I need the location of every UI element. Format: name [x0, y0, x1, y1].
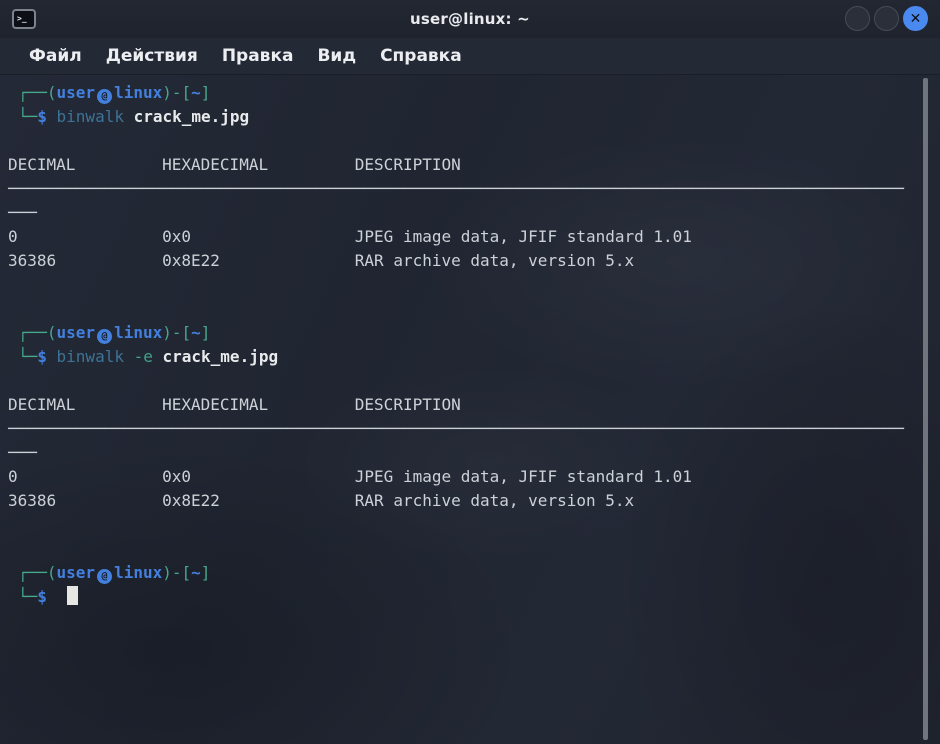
binwalk-separator: ────────────────────────────────────────… — [8, 177, 922, 201]
prompt-path: ~ — [191, 323, 201, 342]
text-cursor — [67, 586, 78, 605]
blank-line — [8, 537, 922, 561]
blank-line — [8, 129, 922, 153]
window-title: user@linux: ~ — [0, 10, 940, 28]
window-controls: ✕ — [845, 6, 928, 31]
prompt-dollar: $ — [37, 347, 56, 366]
blank-line — [8, 369, 922, 393]
terminal-window: >_ user@linux: ~ ✕ Файл Действия Правка … — [0, 0, 940, 744]
menu-bar: Файл Действия Правка Вид Справка — [0, 38, 940, 75]
maximize-button[interactable] — [874, 6, 899, 31]
prompt-frame: ┌──( — [18, 563, 57, 582]
close-button[interactable]: ✕ — [903, 6, 928, 31]
prompt-line-2: ┌──(user@linux)-[~] — [8, 321, 922, 345]
binwalk-row-rar: 36386 0x8E22 RAR archive data, version 5… — [8, 489, 922, 513]
prompt-host: linux — [114, 563, 162, 582]
command-arg-file: crack_me.jpg — [163, 347, 279, 366]
prompt-frame: ] — [201, 323, 211, 342]
kali-at-icon: @ — [97, 89, 112, 104]
blank-line — [8, 273, 922, 297]
prompt-user: user — [57, 563, 96, 582]
prompt-frame: )-[ — [162, 83, 191, 102]
prompt-frame: └─ — [18, 587, 37, 606]
prompt-path: ~ — [191, 563, 201, 582]
prompt-line-3: ┌──(user@linux)-[~] — [8, 561, 922, 585]
prompt-frame: )-[ — [162, 563, 191, 582]
prompt-user: user — [57, 323, 96, 342]
blank-line — [8, 513, 922, 537]
command-binwalk: binwalk — [57, 347, 134, 366]
minimize-button[interactable] — [845, 6, 870, 31]
binwalk-separator: ────────────────────────────────────────… — [8, 417, 922, 441]
blank-line — [8, 297, 922, 321]
kali-at-icon: @ — [97, 569, 112, 584]
binwalk-row-jpeg: 0 0x0 JPEG image data, JFIF standard 1.0… — [8, 465, 922, 489]
prompt-frame: ] — [201, 563, 211, 582]
prompt-frame: )-[ — [162, 323, 191, 342]
kali-at-icon: @ — [97, 329, 112, 344]
command-option-e: -e — [134, 347, 163, 366]
command-binwalk: binwalk — [57, 107, 134, 126]
command-arg-file: crack_me.jpg — [134, 107, 250, 126]
menu-file[interactable]: Файл — [17, 38, 94, 74]
binwalk-row-rar: 36386 0x8E22 RAR archive data, version 5… — [8, 249, 922, 273]
binwalk-separator-wrap: ─── — [8, 201, 922, 225]
command-line-2: └─$ binwalk -e crack_me.jpg — [8, 345, 922, 369]
menu-actions[interactable]: Действия — [94, 38, 210, 74]
binwalk-separator-wrap: ─── — [8, 441, 922, 465]
menu-edit[interactable]: Правка — [210, 38, 306, 74]
command-line-3[interactable]: └─$ — [8, 585, 922, 609]
prompt-host: linux — [114, 323, 162, 342]
prompt-line-1: ┌──(user@linux)-[~] — [8, 81, 922, 105]
prompt-host: linux — [114, 83, 162, 102]
command-line-1: └─$ binwalk crack_me.jpg — [8, 105, 922, 129]
binwalk-header: DECIMAL HEXADECIMAL DESCRIPTION — [8, 153, 922, 177]
prompt-path: ~ — [191, 83, 201, 102]
menu-view[interactable]: Вид — [305, 38, 368, 74]
terminal-body[interactable]: ┌──(user@linux)-[~] └─$ binwalk crack_me… — [0, 75, 940, 744]
binwalk-row-jpeg: 0 0x0 JPEG image data, JFIF standard 1.0… — [8, 225, 922, 249]
prompt-frame: └─ — [18, 347, 37, 366]
binwalk-header: DECIMAL HEXADECIMAL DESCRIPTION — [8, 393, 922, 417]
prompt-user: user — [57, 83, 96, 102]
prompt-frame: ] — [201, 83, 211, 102]
prompt-frame: └─ — [18, 107, 37, 126]
prompt-dollar: $ — [37, 587, 56, 606]
menu-help[interactable]: Справка — [368, 38, 474, 74]
prompt-dollar: $ — [37, 107, 56, 126]
scrollbar-thumb[interactable] — [923, 78, 928, 740]
prompt-frame: ┌──( — [18, 83, 57, 102]
prompt-frame: ┌──( — [18, 323, 57, 342]
title-bar: >_ user@linux: ~ ✕ — [0, 0, 940, 38]
